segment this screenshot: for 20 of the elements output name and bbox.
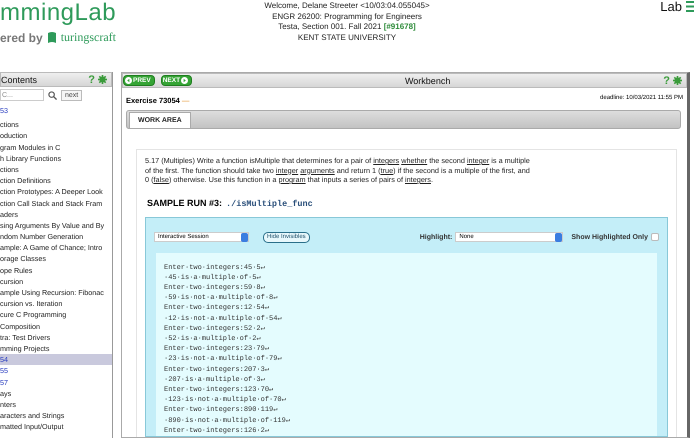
book-icon bbox=[46, 31, 57, 44]
show-highlighted-checkbox[interactable] bbox=[651, 233, 659, 241]
sample-run-label: SAMPLE RUN #3: bbox=[147, 198, 222, 208]
powered-by-text: ered by bbox=[0, 30, 43, 44]
course-info-text: Welcome, Delane Streeter <10/03:04.055045> bbox=[264, 1, 430, 12]
menu-icon[interactable] bbox=[686, 0, 694, 13]
logo-text: mmingLab bbox=[0, 0, 118, 26]
brand-text: turingscraft bbox=[60, 30, 116, 45]
settings-icon[interactable] bbox=[672, 76, 682, 85]
settings-icon[interactable] bbox=[98, 75, 107, 84]
left-arrow-icon bbox=[125, 77, 132, 84]
sample-command: ./isMultiple_func bbox=[226, 198, 313, 208]
section-text: Testa, Section 001. Fall 2021 [#91678] bbox=[278, 22, 416, 32]
university-text: KENT STATE UNIVERSITY bbox=[298, 32, 396, 43]
contents-title: Contents bbox=[1, 74, 38, 84]
search-icon[interactable] bbox=[48, 90, 57, 100]
course-info-text: ENGR 26200: Programming for Engineers bbox=[272, 12, 422, 22]
workbench-title: Workbench bbox=[404, 76, 450, 86]
right-arrow-icon bbox=[181, 77, 188, 84]
lab-text: Lab bbox=[660, 0, 682, 14]
